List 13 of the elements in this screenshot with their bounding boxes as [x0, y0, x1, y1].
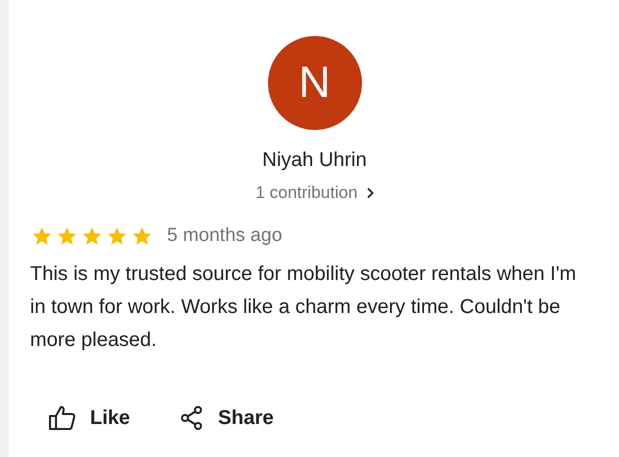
review-time: 5 months ago — [167, 225, 282, 247]
star-icon — [130, 225, 154, 247]
star-icon — [55, 225, 79, 247]
review-text: This is my trusted source for mobility scooter rentals when I'm in town for work. Works like a charm every time. Couldn't be more pleased. — [30, 262, 578, 353]
avatar[interactable]: N — [268, 36, 362, 130]
star-icon — [30, 225, 54, 247]
thumbs-up-icon — [48, 405, 76, 431]
author-name[interactable]: Niyah Uhrin — [262, 149, 367, 172]
share-icon — [180, 405, 204, 431]
star-icon — [80, 225, 104, 247]
chevron-right-icon — [366, 187, 374, 199]
contributions-link[interactable]: 1 contribution — [255, 183, 374, 203]
star-icon — [105, 225, 129, 247]
